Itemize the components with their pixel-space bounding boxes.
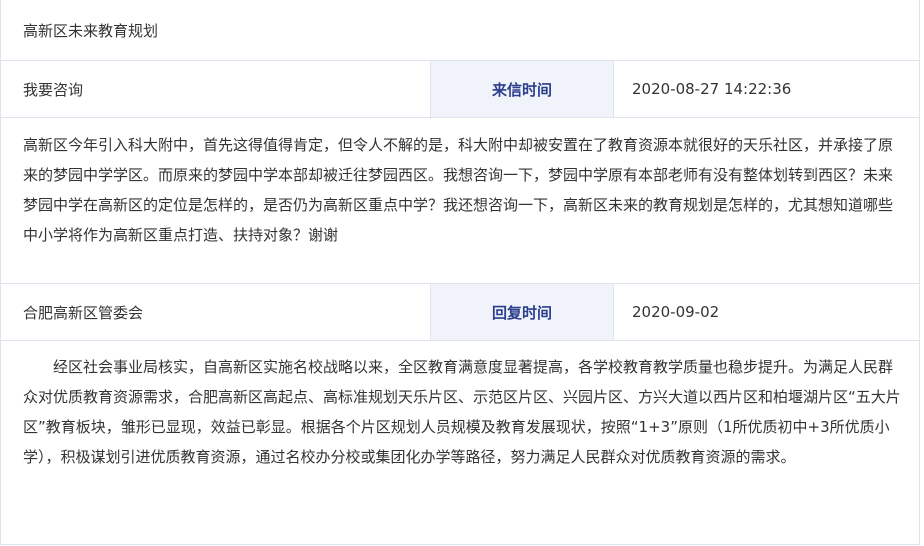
page-title: 高新区未来教育规划: [23, 21, 159, 40]
reply-time-value: 2020-09-02: [632, 303, 720, 321]
reply-text: 经区社会事业局核实，自高新区实施名校战略以来，全区教育满意度显著提高，各学校教育…: [23, 358, 901, 466]
question-content: 高新区今年引入科大附中，首先这得值得肯定，但令人不解的是，科大附中却被安置在了教…: [1, 118, 919, 284]
reply-content: 经区社会事业局核实，自高新区实施名校战略以来，全区教育满意度显著提高，各学校教育…: [1, 341, 919, 545]
question-source: 我要咨询: [23, 80, 84, 99]
question-meta-row: 我要咨询 来信时间 2020-08-27 14:22:36: [1, 61, 919, 118]
question-text: 高新区今年引入科大附中，首先这得值得肯定，但令人不解的是，科大附中却被安置在了教…: [23, 136, 894, 244]
question-time-label: 来信时间: [430, 61, 614, 117]
reply-time-label: 回复时间: [430, 284, 614, 340]
title-row: 高新区未来教育规划: [1, 0, 919, 61]
reply-source: 合肥高新区管委会: [23, 303, 144, 322]
question-time-value: 2020-08-27 14:22:36: [632, 80, 792, 98]
reply-meta-row: 合肥高新区管委会 回复时间 2020-09-02: [1, 284, 919, 341]
consultation-panel: 高新区未来教育规划 我要咨询 来信时间 2020-08-27 14:22:36 …: [0, 0, 920, 545]
